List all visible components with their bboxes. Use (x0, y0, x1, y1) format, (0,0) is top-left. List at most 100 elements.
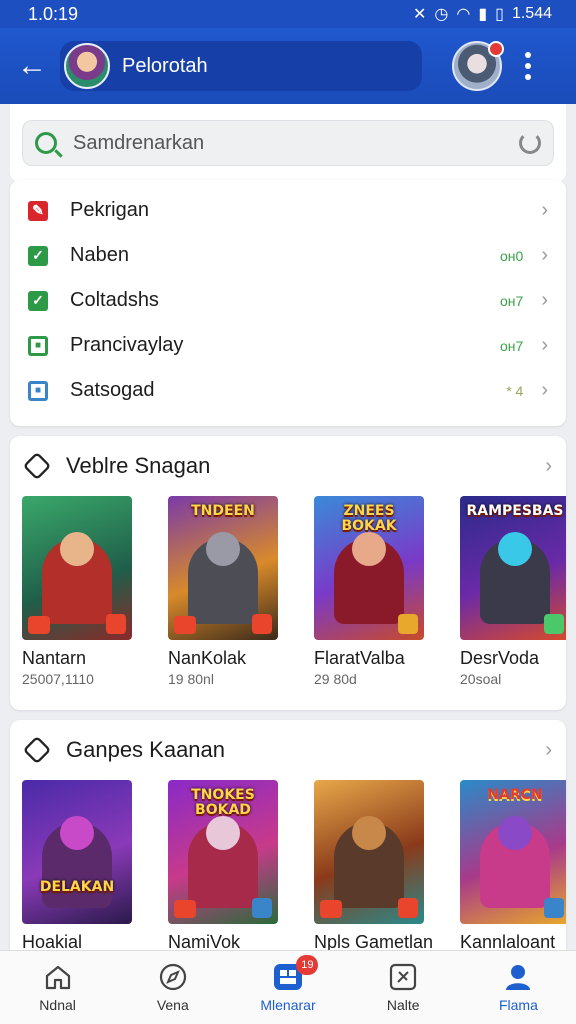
game-card[interactable]: TNOKES BOKAD NamiVok (168, 780, 302, 952)
hero-head (352, 816, 386, 850)
red-pencil-icon: ✎ (28, 200, 48, 221)
search-input[interactable] (73, 131, 519, 155)
game-row: Nantarn 25007,1110 TNDEEN NanKolak 19 80… (10, 496, 566, 687)
bottom-nav: Ndnal Vena 19 Mlenarar Nalte Flama (0, 950, 576, 1024)
menu-item-prancivaylay[interactable]: ■ Prancivaylay oн7 › (10, 323, 566, 368)
hero-head (206, 816, 240, 850)
thumbnail-caption: TNDEEN (191, 503, 255, 519)
section-header[interactable]: Ganpes Kaanan › (10, 720, 566, 780)
section-ganpes-kaanan: Ganpes Kaanan › DELAKAN Hoakial TNOKES B… (10, 720, 566, 952)
section-header[interactable]: Veblre Snagan › (10, 436, 566, 496)
nav-label: Flama (498, 996, 538, 1013)
flag-icon (320, 900, 342, 918)
hero-head (60, 816, 94, 850)
thumbnail-caption: RAMPESBAS (466, 503, 564, 519)
thumbnail-caption: ZNEES BOKAK (341, 503, 397, 534)
game-thumbnail: DELAKAN (22, 780, 132, 924)
game-meta: 20soal (460, 671, 502, 687)
user-avatar[interactable] (452, 41, 504, 91)
thumbnail-caption: NARCN (487, 787, 543, 803)
chevron-right-icon: › (545, 454, 552, 477)
section-title: Ganpes Kaanan (66, 737, 226, 762)
gem-icon (22, 451, 52, 481)
thumbnail-caption: TNOKES BOKAD (191, 787, 255, 818)
menu-card: ✎ Pekrigan › ✓ Naben oн0 › ✓ Coltadshs o… (10, 180, 566, 426)
section-title: Veblre Snagan (66, 453, 211, 478)
menu-item-pekrigan[interactable]: ✎ Pekrigan › (10, 188, 566, 233)
game-name: FlaratValba (314, 648, 405, 668)
hero-head (60, 532, 94, 566)
game-card[interactable]: NARCN Kannlaloant (460, 780, 566, 952)
hero-head (498, 532, 532, 566)
game-card[interactable]: RAMPESBAS DesrVoda 20soal (460, 496, 566, 687)
menu-item-label: Prancivaylay (70, 334, 184, 356)
game-card[interactable]: ZNEES BOKAK FlaratValba 29 80d (314, 496, 448, 687)
status-right-text: 1.544 (511, 5, 552, 22)
badge-icon (252, 614, 272, 634)
hero-head (206, 532, 240, 566)
game-thumbnail (22, 496, 132, 640)
menu-item-label: Coltadshs (70, 289, 159, 311)
game-name: NamiVok (168, 932, 241, 952)
menu-item-naben[interactable]: ✓ Naben oн0 › (10, 233, 566, 278)
game-name: Npls Gametlan (314, 932, 434, 952)
hero-head (352, 532, 386, 566)
alarm-icon: ◷ (434, 6, 449, 23)
chevron-right-icon: › (541, 199, 548, 221)
game-name: Kannlaloant (460, 932, 556, 952)
badge-icon (106, 614, 126, 634)
compass-icon (158, 963, 188, 991)
loading-icon[interactable] (519, 132, 541, 154)
nav-explore[interactable]: Vena (115, 951, 230, 1024)
flag-icon (174, 616, 196, 634)
game-meta: 29 80d (314, 671, 357, 687)
badge-icon (252, 898, 272, 918)
game-thumbnail: TNDEEN (168, 496, 278, 640)
nav-label: Mlenarar (260, 996, 316, 1013)
nav-games[interactable]: 19 Mlenarar (230, 951, 345, 1024)
page-title: Pelorotah (122, 54, 208, 77)
game-thumbnail: NARCN (460, 780, 566, 924)
menu-item-count: * 4 (506, 382, 524, 399)
game-card[interactable]: Npls Gametlan (314, 780, 448, 952)
badge-icon (398, 614, 418, 634)
status-time: 1.0:19 (28, 3, 79, 24)
menu-item-label: Satsogad (70, 379, 155, 401)
badge-icon (544, 614, 564, 634)
nav-profile[interactable]: Flama (461, 951, 576, 1024)
menu-item-count: oн0 (500, 247, 524, 264)
more-menu-icon[interactable] (516, 52, 540, 80)
person-icon (503, 963, 533, 991)
title-pill[interactable]: Pelorotah (60, 41, 422, 91)
game-thumbnail: ZNEES BOKAK (314, 496, 424, 640)
back-arrow-icon[interactable]: ← (12, 46, 52, 86)
search-box[interactable] (22, 120, 554, 166)
chevron-right-icon: › (541, 379, 548, 401)
game-card[interactable]: DELAKAN Hoakial (22, 780, 156, 952)
game-name: Nantarn (22, 648, 87, 668)
game-card[interactable]: TNDEEN NanKolak 19 80nl (168, 496, 302, 687)
nav-home[interactable]: Ndnal (0, 951, 115, 1024)
nav-label: Nalte (386, 996, 420, 1013)
game-name: NanKolak (168, 648, 247, 668)
thumbnail-caption: DELAKAN (39, 879, 115, 895)
chevron-right-icon: › (545, 738, 552, 761)
game-thumbnail: TNOKES BOKAD (168, 780, 278, 924)
flag-icon (174, 900, 196, 918)
chevron-right-icon: › (541, 334, 548, 356)
blue-square-icon: ■ (28, 380, 48, 401)
menu-item-satsogad[interactable]: ■ Satsogad * 4 › (10, 368, 566, 413)
app-bar: ← Pelorotah (0, 28, 576, 104)
game-meta: 19 80nl (168, 671, 214, 687)
search-icon (35, 132, 57, 154)
menu-item-count: oн7 (500, 337, 524, 354)
game-thumbnail (314, 780, 424, 924)
nav-tools[interactable]: Nalte (346, 951, 461, 1024)
green-square-icon: ■ (28, 335, 48, 356)
notification-dot (488, 41, 504, 57)
section-veblre-snagan: Veblre Snagan › Nantarn 25007,1110 TNDEE… (10, 436, 566, 710)
signal-icon: ▮ (478, 6, 488, 23)
badge-icon (398, 898, 418, 918)
menu-item-coltadshs[interactable]: ✓ Coltadshs oн7 › (10, 278, 566, 323)
game-card[interactable]: Nantarn 25007,1110 (22, 496, 156, 687)
